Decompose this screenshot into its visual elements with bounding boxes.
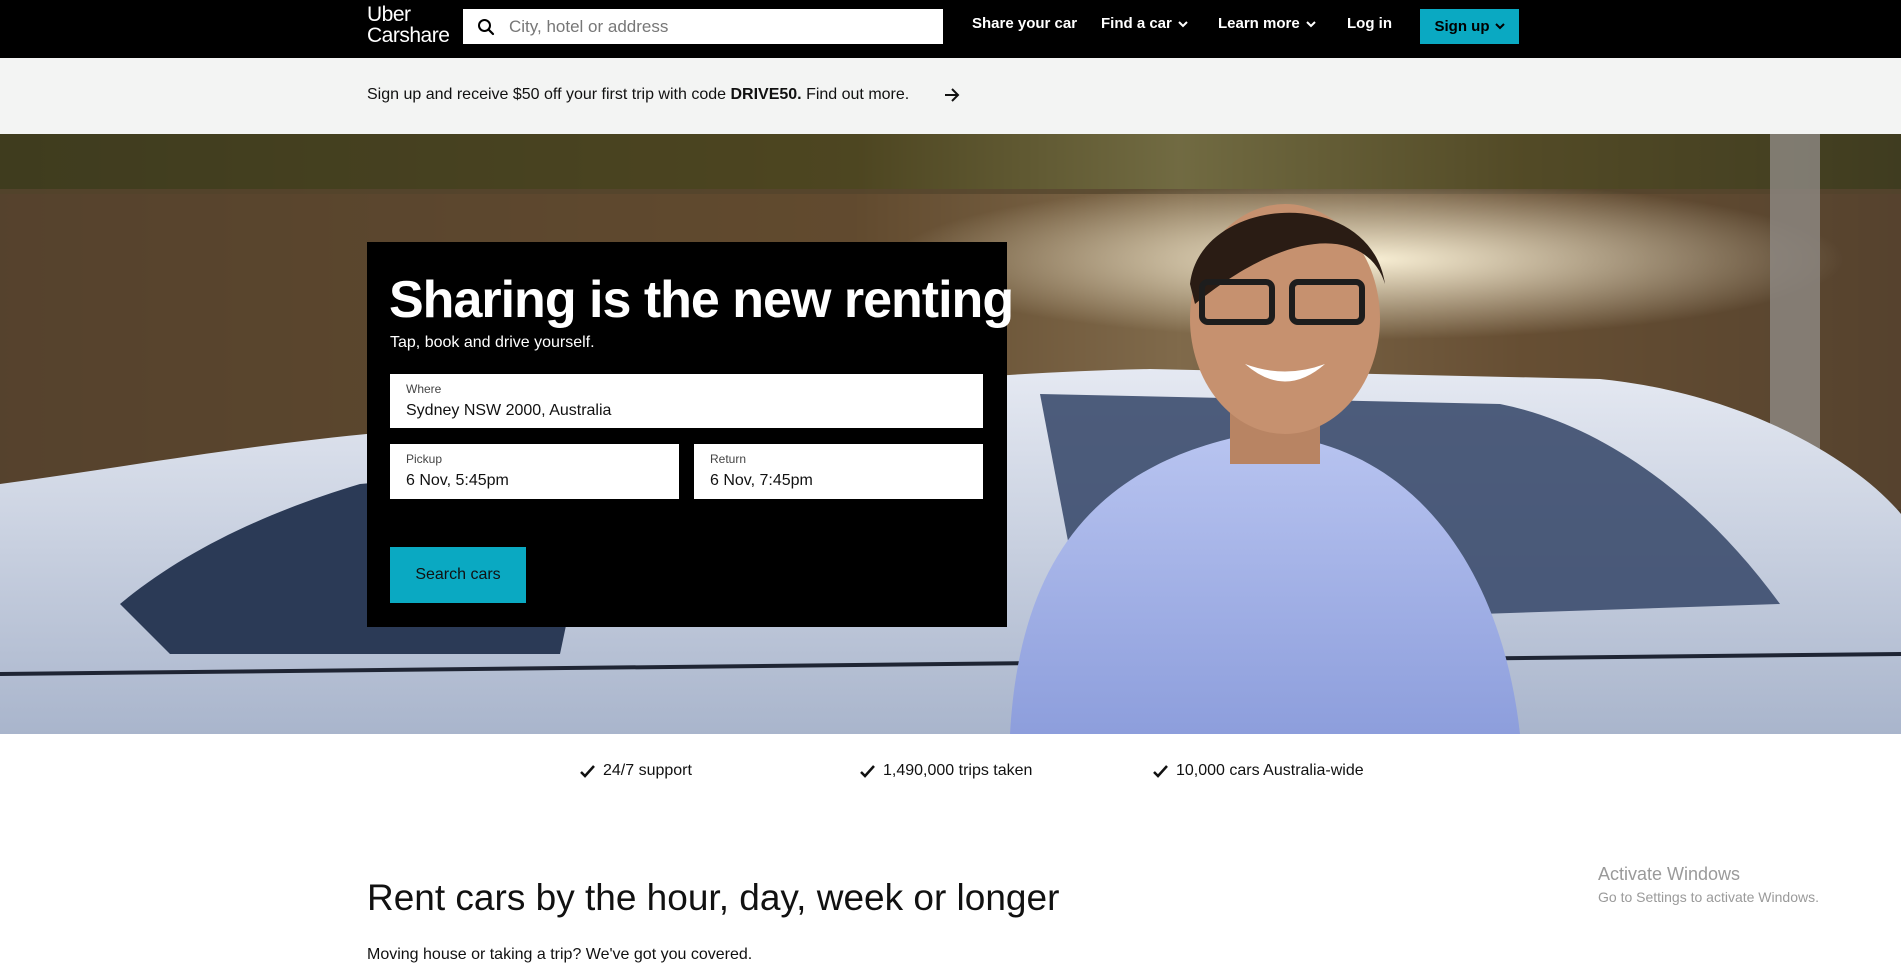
nav-learn-more-label: Learn more (1218, 15, 1300, 32)
location-search-box[interactable] (463, 9, 943, 44)
feature-label: 10,000 cars Australia-wide (1176, 762, 1364, 779)
search-card: Sharing is the new renting Tap, book and… (367, 242, 1014, 627)
search-icon (478, 19, 495, 36)
pickup-label: Pickup (406, 452, 443, 466)
feature-label: 24/7 support (603, 762, 692, 779)
where-label: Where (406, 382, 442, 396)
nav-find-a-car-label: Find a car (1101, 15, 1172, 32)
activate-windows-title: Activate Windows (1598, 864, 1741, 884)
hero-subtitle: Tap, book and drive yourself. (390, 334, 595, 351)
logo-line-2: Carshare (367, 24, 450, 47)
nav-share-your-car-label: Share your car (972, 15, 1078, 32)
chevron-down-icon (1494, 23, 1505, 30)
section-description: Moving house or taking a trip? We've got… (367, 946, 753, 963)
hero-section: Sharing is the new renting Tap, book and… (0, 134, 1901, 734)
activate-windows-watermark: Activate Windows Go to Settings to activ… (1598, 864, 1819, 905)
promo-text: Sign up and receive $50 off your first t… (367, 86, 909, 104)
feature-item: 10,000 cars Australia-wide (1153, 762, 1364, 780)
nav-share-your-car[interactable]: Share your car (972, 15, 1077, 32)
promo-find-out-more-link[interactable]: Find out more. (806, 86, 909, 103)
feature-item: 1,490,000 trips taken (860, 762, 1032, 780)
return-value: 6 Nov, 7:45pm (710, 472, 813, 489)
nav-log-in[interactable]: Log in (1347, 15, 1392, 32)
location-search-input[interactable] (503, 9, 939, 44)
top-nav: Uber Carshare Share your car Find a car … (0, 0, 1901, 58)
where-value: Sydney NSW 2000, Australia (406, 402, 612, 419)
return-label: Return (710, 452, 747, 466)
return-field[interactable]: Return 6 Nov, 7:45pm (694, 444, 983, 499)
where-field[interactable]: Where Sydney NSW 2000, Australia (390, 374, 983, 428)
arrow-right-icon[interactable] (943, 87, 961, 103)
nav-learn-more[interactable]: Learn more (1218, 15, 1316, 32)
checkmark-icon (860, 764, 875, 778)
activate-windows-subtitle: Go to Settings to activate Windows. (1598, 889, 1819, 905)
chevron-down-icon (1178, 20, 1188, 27)
checkmark-icon (1153, 764, 1168, 778)
sign-up-label: Sign up (1434, 18, 1490, 35)
logo-line-1: Uber (367, 3, 411, 26)
promo-code: DRIVE50. (730, 86, 802, 103)
uber-carshare-logo[interactable]: Uber Carshare (367, 3, 450, 47)
checkmark-icon (580, 764, 595, 778)
pickup-field[interactable]: Pickup 6 Nov, 5:45pm (390, 444, 679, 499)
feature-label: 1,490,000 trips taken (883, 762, 1033, 779)
sign-up-button[interactable]: Sign up (1420, 9, 1519, 44)
search-cars-button[interactable]: Search cars (390, 547, 526, 603)
section-title: Rent cars by the hour, day, week or long… (367, 877, 1060, 918)
nav-find-a-car[interactable]: Find a car (1101, 15, 1188, 32)
chevron-down-icon (1305, 20, 1316, 27)
nav-log-in-label: Log in (1347, 15, 1392, 32)
promo-message: Sign up and receive $50 off your first t… (367, 86, 731, 103)
pickup-value: 6 Nov, 5:45pm (406, 472, 509, 489)
hero-title: Sharing is the new renting (389, 271, 1014, 329)
feature-item: 24/7 support (580, 762, 692, 780)
